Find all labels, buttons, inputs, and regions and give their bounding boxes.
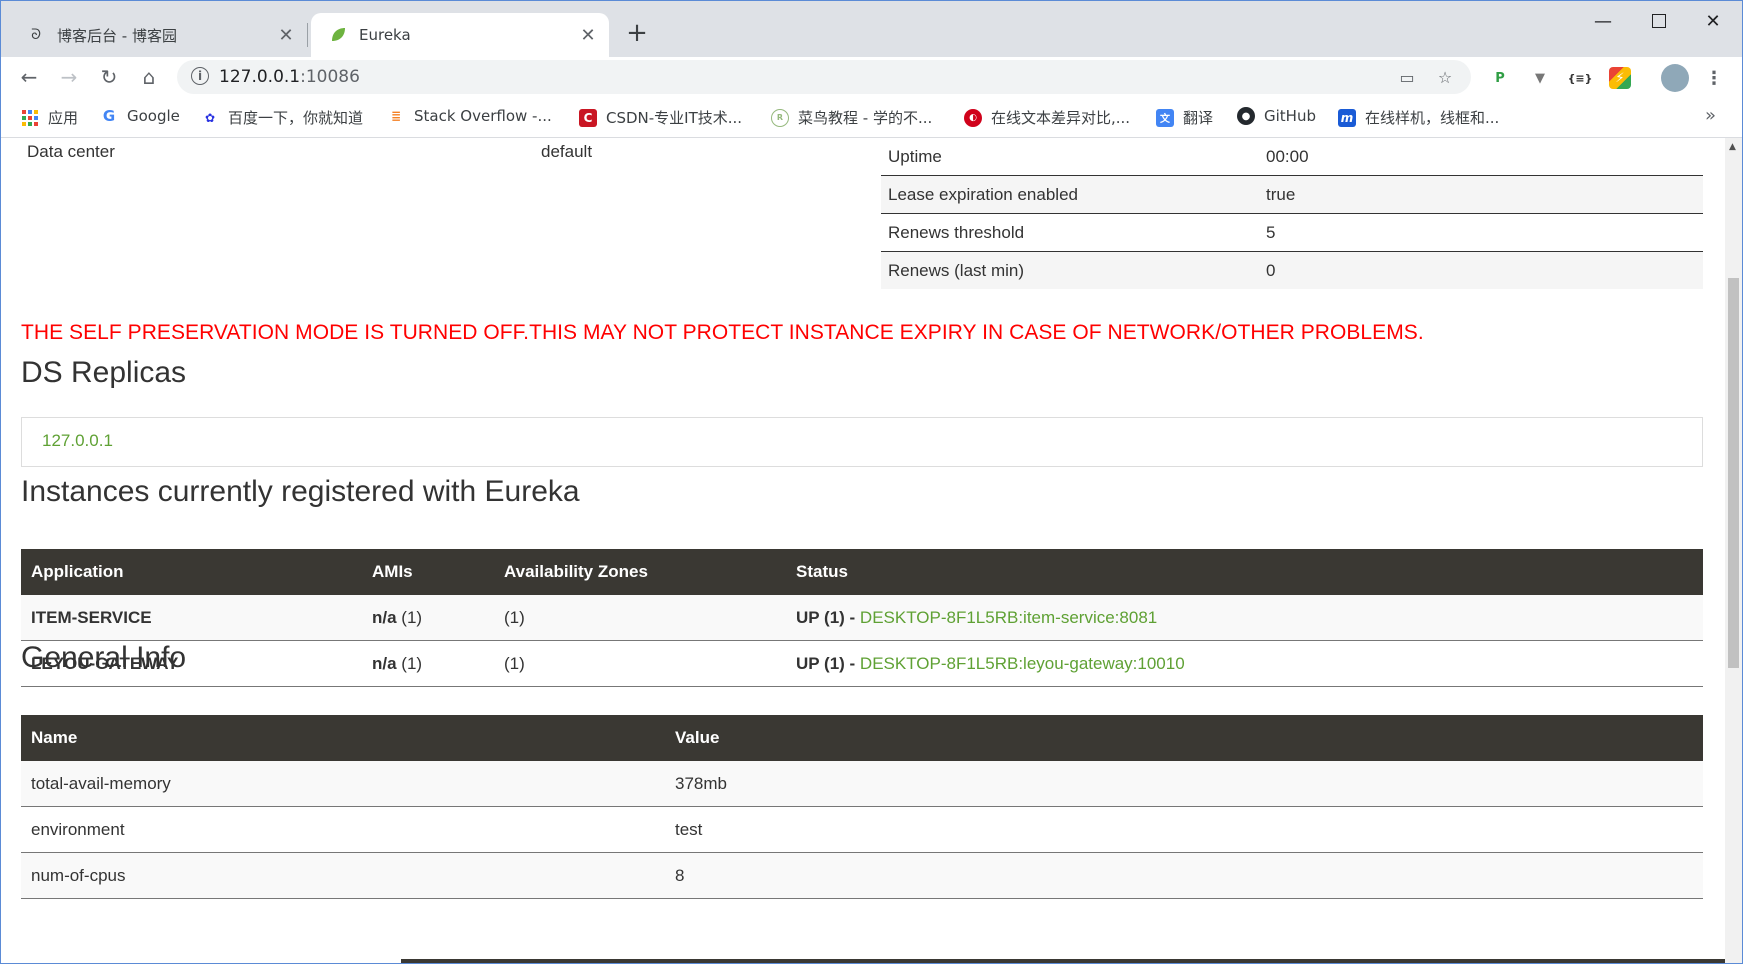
ds-replicas-list: 127.0.0.1 bbox=[21, 417, 1703, 467]
replica-link[interactable]: 127.0.0.1 bbox=[42, 431, 113, 451]
self-preservation-warning: THE SELF PRESERVATION MODE IS TURNED OFF… bbox=[21, 321, 1424, 344]
bookmarks-overflow-icon[interactable]: » bbox=[1705, 105, 1716, 126]
bookmark-star-icon[interactable]: ☆ bbox=[1433, 65, 1457, 89]
column-header: Application bbox=[21, 549, 362, 595]
extension-p-icon[interactable]: P bbox=[1489, 67, 1511, 89]
instances-table: Application AMIs Availability Zones Stat… bbox=[21, 549, 1703, 687]
bookmark-stackoverflow[interactable]: ≣ Stack Overflow -... bbox=[387, 107, 552, 125]
close-tab-icon[interactable]: ✕ bbox=[577, 24, 599, 46]
column-header: Availability Zones bbox=[494, 549, 786, 595]
status-cell: UP (1) - DESKTOP-8F1L5RB:item-service:80… bbox=[786, 595, 1703, 641]
home-icon[interactable]: ⌂ bbox=[135, 63, 163, 91]
new-tab-button[interactable]: + bbox=[623, 18, 651, 48]
github-icon: ● bbox=[1237, 107, 1255, 125]
bookmark-csdn[interactable]: C CSDN-专业IT技术... bbox=[579, 107, 742, 128]
vertical-scrollbar[interactable]: ▲ bbox=[1725, 138, 1742, 963]
translate-icon: 文 bbox=[1156, 108, 1174, 127]
table-row: total-avail-memory 378mb bbox=[21, 761, 1703, 807]
browser-menu-icon[interactable]: ⋮ bbox=[1703, 67, 1725, 89]
amis-cell: n/a (1) bbox=[362, 640, 494, 687]
instances-heading: Instances currently registered with Eure… bbox=[21, 475, 580, 508]
general-info-table: Name Value total-avail-memory 378mb envir… bbox=[21, 715, 1703, 899]
profile-avatar[interactable] bbox=[1661, 64, 1689, 92]
modao-icon: m bbox=[1338, 108, 1356, 127]
diff-icon: ◐ bbox=[964, 108, 982, 127]
table-row: num-of-cpus 8 bbox=[21, 852, 1703, 899]
csdn-icon: C bbox=[579, 108, 597, 127]
table-header-row: Name Value bbox=[21, 715, 1703, 761]
table-row: Uptime 00:00 bbox=[881, 138, 1703, 176]
tab-cnblogs[interactable]: ᘐ 博客后台 - 博客园 ✕ bbox=[9, 13, 307, 57]
data-center-label: Data center bbox=[27, 142, 115, 161]
table-row: Lease expiration enabled true bbox=[881, 175, 1703, 214]
data-center-value: default bbox=[541, 142, 593, 161]
zones-cell: (1) bbox=[494, 595, 786, 641]
close-window-icon[interactable]: ✕ bbox=[1685, 1, 1741, 41]
maximize-icon[interactable] bbox=[1631, 1, 1687, 41]
table-header-row: Application AMIs Availability Zones Stat… bbox=[21, 549, 1703, 595]
scroll-up-arrow-icon[interactable]: ▲ bbox=[1729, 142, 1736, 152]
site-info-icon[interactable]: i bbox=[191, 67, 209, 85]
bookmark-translate[interactable]: 文 翻译 bbox=[1156, 107, 1213, 128]
stackoverflow-icon: ≣ bbox=[390, 109, 402, 123]
browser-toolbar: ← → ↻ ⌂ i 127.0.0.1:10086 ▭ ☆ P ▼ {≡} ⚡ … bbox=[1, 57, 1742, 97]
minimize-icon[interactable]: — bbox=[1575, 1, 1631, 41]
baidu-paw-icon: ✿ bbox=[204, 110, 216, 125]
table-row: Renews threshold 5 bbox=[881, 213, 1703, 252]
table-row: LEYOU-GATEWAY n/a (1) (1) UP (1) - DESKT… bbox=[21, 640, 1703, 687]
bookmark-diff[interactable]: ◐ 在线文本差异对比,... bbox=[964, 107, 1130, 128]
extension-json-icon[interactable]: {≡} bbox=[1568, 67, 1593, 89]
runoob-icon: R bbox=[771, 108, 789, 127]
close-tab-icon[interactable]: ✕ bbox=[275, 24, 297, 46]
instance-link[interactable]: DESKTOP-8F1L5RB:leyou-gateway:10010 bbox=[860, 654, 1185, 673]
status-cell: UP (1) - DESKTOP-8F1L5RB:leyou-gateway:1… bbox=[786, 640, 1703, 687]
extension-vue-icon[interactable]: ▼ bbox=[1529, 67, 1551, 89]
address-bar[interactable]: i 127.0.0.1:10086 ▭ ☆ bbox=[177, 60, 1471, 94]
google-icon: G bbox=[102, 107, 116, 125]
table-row: Renews (last min) 0 bbox=[881, 251, 1703, 289]
reload-icon[interactable]: ↻ bbox=[95, 63, 123, 91]
browser-window: ᘐ 博客后台 - 博客园 ✕ Eureka ✕ + — ✕ ← → ↻ ⌂ i … bbox=[0, 0, 1743, 964]
apps-grid-icon bbox=[21, 109, 39, 127]
column-header: Name bbox=[21, 715, 665, 761]
cnblogs-favicon-icon: ᘐ bbox=[31, 27, 41, 43]
page-content: Data center default Uptime 00:00 Lease ex… bbox=[1, 138, 1725, 963]
extension-colorful-icon[interactable]: ⚡ bbox=[1609, 67, 1631, 89]
general-info-heading: General Info bbox=[21, 641, 187, 674]
address-url[interactable]: 127.0.0.1:10086 bbox=[219, 67, 360, 87]
bookmark-github[interactable]: ● GitHub bbox=[1237, 107, 1316, 125]
tab-title: 博客后台 - 博客园 bbox=[57, 26, 177, 45]
column-header: Status bbox=[786, 549, 1703, 595]
scrollbar-thumb[interactable] bbox=[1728, 278, 1739, 668]
bookmarks-bar: 应用 G Google ✿ 百度一下，你就知道 ≣ Stack Overflow… bbox=[1, 97, 1742, 138]
install-app-icon[interactable]: ▭ bbox=[1395, 65, 1419, 89]
tab-title: Eureka bbox=[359, 26, 411, 44]
instance-link[interactable]: DESKTOP-8F1L5RB:item-service:8081 bbox=[860, 608, 1157, 627]
horizontal-scroll-indicator bbox=[401, 959, 1725, 963]
column-header: Value bbox=[665, 715, 1703, 761]
table-row: environment test bbox=[21, 806, 1703, 853]
bookmark-runoob[interactable]: R 菜鸟教程 - 学的不... bbox=[771, 107, 932, 128]
spring-leaf-icon bbox=[329, 26, 347, 44]
bookmark-apps[interactable]: 应用 bbox=[21, 107, 78, 128]
tab-divider bbox=[307, 23, 308, 47]
ds-replicas-heading: DS Replicas bbox=[21, 356, 187, 389]
tab-eureka[interactable]: Eureka ✕ bbox=[311, 13, 609, 57]
back-arrow-icon[interactable]: ← bbox=[15, 63, 43, 91]
amis-cell: n/a (1) bbox=[362, 595, 494, 641]
column-header: AMIs bbox=[362, 549, 494, 595]
table-row: ITEM-SERVICE n/a (1) (1) UP (1) - DESKTO… bbox=[21, 595, 1703, 641]
tab-strip: ᘐ 博客后台 - 博客园 ✕ Eureka ✕ + — ✕ bbox=[1, 1, 1742, 57]
bookmark-modao[interactable]: m 在线样机，线框和... bbox=[1338, 107, 1499, 128]
application-name: ITEM-SERVICE bbox=[21, 595, 362, 641]
status-stats-table: Uptime 00:00 Lease expiration enabled true… bbox=[881, 138, 1703, 289]
bookmark-baidu[interactable]: ✿ 百度一下，你就知道 bbox=[201, 107, 363, 128]
zones-cell: (1) bbox=[494, 640, 786, 687]
bookmark-google[interactable]: G Google bbox=[100, 107, 180, 125]
forward-arrow-icon[interactable]: → bbox=[55, 63, 83, 91]
